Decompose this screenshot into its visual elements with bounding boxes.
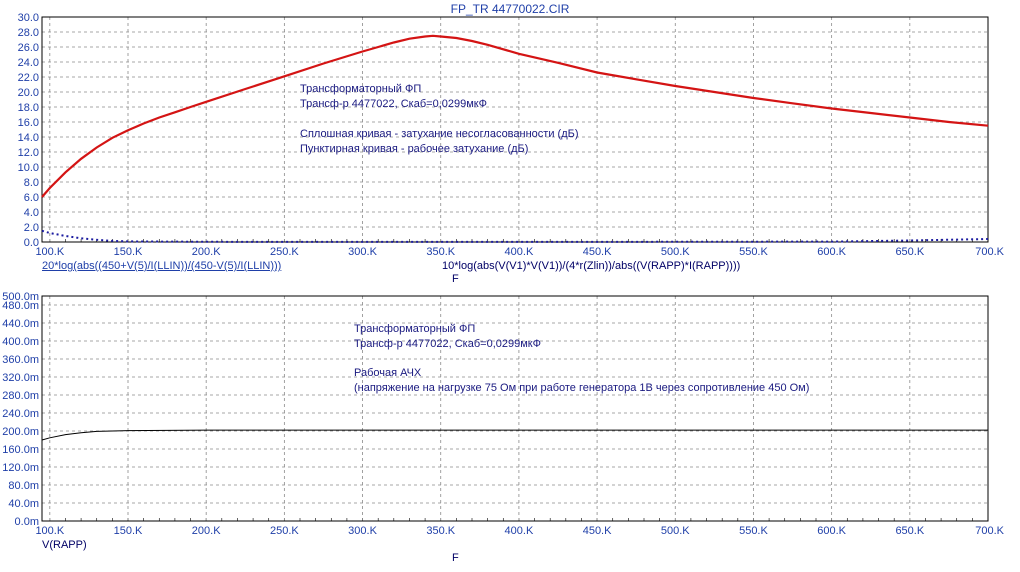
bottom-ytick-label: 320.0m (2, 372, 39, 384)
top-ytick-label: 12.0 (18, 147, 39, 159)
top-expr-2[interactable]: 10*log(abs(V(V1)*V(V1))/(4*r(Zlin))/abs(… (442, 260, 740, 272)
top-ytick-label: 22.0 (18, 72, 39, 84)
bottom-xtick-label: 200.K (192, 525, 221, 537)
top-note-3: Сплошная кривая - затухание несогласован… (300, 128, 579, 140)
bottom-ytick-label: 80.0m (8, 480, 39, 492)
top-xtick-label: 650.K (895, 246, 924, 258)
top-xtick-label: 250.K (270, 246, 299, 258)
top-ytick-label: 14.0 (18, 132, 39, 144)
top-note-1: Трансформаторный ФП (300, 83, 422, 95)
bottom-ytick-label: 160.0m (2, 444, 39, 456)
bottom-ytick-label: 360.0m (2, 354, 39, 366)
top-xtick-label: 450.K (583, 246, 612, 258)
top-xtick-label: 200.K (192, 246, 221, 258)
bottom-xtick-label: 100.K (35, 525, 64, 537)
top-ytick-label: 26.0 (18, 42, 39, 54)
top-series-dotted-line (41, 229, 989, 243)
top-expr-1[interactable]: 20*log(abs((450+V(5)/I(LLIN))/(450-V(5)/… (42, 260, 281, 272)
top-xtick-label: 350.K (426, 246, 455, 258)
top-ytick-label: 16.0 (18, 117, 39, 129)
top-ytick-label: 2.0 (24, 222, 39, 234)
top-ytick-label: 18.0 (18, 102, 39, 114)
bottom-xtick-label: 300.K (348, 525, 377, 537)
bottom-xtick-label: 550.K (739, 525, 768, 537)
bottom-xtick-label: 250.K (270, 525, 299, 537)
top-note-4: Пунктирная кривая - рабочее затухание (д… (300, 143, 529, 155)
top-xtick-label: 150.K (114, 246, 143, 258)
top-xtick-label: 300.K (348, 246, 377, 258)
bottom-ytick-label: 280.0m (2, 390, 39, 402)
bottom-ytick-label: 440.0m (2, 318, 39, 330)
bottom-note-3: Рабочая АЧХ (354, 367, 422, 379)
bottom-series-solid-line (41, 429, 988, 441)
top-xtick-label: 550.K (739, 246, 768, 258)
bottom-ytick-label: 120.0m (2, 462, 39, 474)
bottom-xtick-label: 700.K (975, 525, 1004, 537)
bottom-xtick-label: 400.K (505, 525, 534, 537)
bottom-expr-1[interactable]: V(RAPP) (42, 539, 87, 551)
top-ytick-label: 10.0 (18, 162, 39, 174)
top-ytick-label: 4.0 (24, 207, 39, 219)
bottom-note-1: Трансформаторный ФП (354, 323, 476, 335)
top-ytick-label: 28.0 (18, 27, 39, 39)
top-xvar: F (452, 273, 459, 285)
bottom-xtick-label: 600.K (817, 525, 846, 537)
bottom-xvar: F (452, 552, 459, 564)
bottom-frame (41, 295, 989, 522)
top-xtick-label: 100.K (35, 246, 64, 258)
bottom-xtick-label: 350.K (426, 525, 455, 537)
bottom-chart: 0.0m40.0m80.0m120.0m160.0m200.0m240.0m28… (2, 291, 1004, 537)
bottom-xtick-label: 150.K (114, 525, 143, 537)
top-xtick-label: 700.K (975, 246, 1004, 258)
bottom-xtick-label: 500.K (661, 525, 690, 537)
bottom-ytick-label: 200.0m (2, 426, 39, 438)
top-ytick-label: 30.0 (18, 12, 39, 24)
bottom-ytick-label: 240.0m (2, 408, 39, 420)
bottom-ytick-label: 500.0m (2, 291, 39, 303)
bottom-xtick-label: 650.K (895, 525, 924, 537)
top-ytick-label: 6.0 (24, 192, 39, 204)
plot-window: FP_TR 44770022.CIR 0.0 2.0 4.0 6.0 8.0 10.0 12… (0, 0, 1020, 572)
bottom-xtick-label: 450.K (583, 525, 612, 537)
bottom-note-2: Трансф-р 4477022, Скаб=0,0299мкФ (354, 338, 541, 350)
bottom-ytick-label: 400.0m (2, 336, 39, 348)
top-note-2: Трансф-р 4477022, Скаб=0,0299мкФ (300, 98, 487, 110)
top-ytick-label: 20.0 (18, 87, 39, 99)
top-ytick-label: 24.0 (18, 57, 39, 69)
top-ytick-label: 8.0 (24, 177, 39, 189)
top-xtick-label: 600.K (817, 246, 846, 258)
top-xtick-label: 400.K (505, 246, 534, 258)
top-xtick-label: 500.K (661, 246, 690, 258)
top-series-solid-line (41, 34, 989, 198)
bottom-note-4: (напряжение на нагрузке 75 Ом при работе… (354, 382, 810, 394)
bottom-ytick-label: 40.0m (8, 498, 39, 510)
